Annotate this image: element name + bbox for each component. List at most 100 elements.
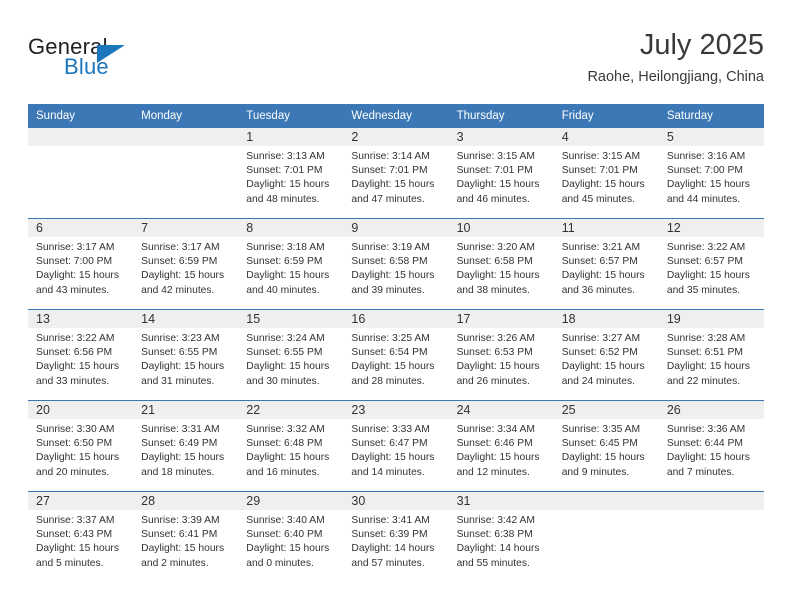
day-number: 10: [448, 219, 554, 237]
daylight-text-line2: and 36 minutes.: [561, 284, 635, 296]
day-cell[interactable]: 25 Sunrise: 3:35 AM Sunset: 6:45 PM Dayligh…: [553, 400, 659, 492]
week-row: 1 Sunrise: 3:13 AM Sunset: 7:01 PM Daylight…: [28, 128, 764, 219]
day-cell[interactable]: 28 Sunrise: 3:39 AM Sunset: 6:41 PM Dayligh…: [133, 491, 239, 582]
day-number: 7: [133, 219, 239, 237]
sunset-text: Sunset: 6:55 PM: [141, 347, 218, 359]
day-cell[interactable]: 24 Sunrise: 3:34 AM Sunset: 6:46 PM Dayligh…: [448, 400, 554, 492]
daylight-text-line2: and 20 minutes.: [36, 466, 110, 478]
weekday-header-tuesday: Tuesday: [238, 104, 344, 128]
sunset-text: Sunset: 6:54 PM: [351, 347, 428, 359]
location-subtitle: Raohe, Heilongjiang, China: [587, 69, 764, 85]
day-cell[interactable]: 23 Sunrise: 3:33 AM Sunset: 6:47 PM Dayligh…: [343, 400, 449, 492]
day-cell[interactable]: 29 Sunrise: 3:40 AM Sunset: 6:40 PM Dayligh…: [238, 491, 344, 582]
daylight-text-line1: Daylight: 15 hours: [666, 452, 750, 464]
daylight-text-line1: Daylight: 15 hours: [666, 270, 750, 282]
day-number: 6: [28, 219, 134, 237]
sunrise-text: Sunrise: 3:27 AM: [561, 333, 641, 344]
sunset-text: Sunset: 7:01 PM: [561, 165, 638, 177]
daylight-text-line1: Daylight: 15 hours: [456, 179, 540, 191]
day-cell[interactable]: 27 Sunrise: 3:37 AM Sunset: 6:43 PM Dayligh…: [28, 491, 134, 582]
day-cell[interactable]: 1 Sunrise: 3:13 AM Sunset: 7:01 PM Daylight…: [238, 128, 344, 219]
sunrise-text: Sunrise: 3:30 AM: [36, 424, 115, 435]
day-number: 12: [658, 219, 764, 237]
sunset-text: Sunset: 6:56 PM: [36, 347, 113, 359]
day-number: 26: [658, 401, 764, 419]
daylight-text-line2: and 16 minutes.: [246, 466, 320, 478]
day-number: [658, 492, 764, 510]
sunrise-text: Sunrise: 3:17 AM: [141, 242, 220, 253]
sunset-text: Sunset: 6:51 PM: [666, 347, 743, 359]
sunset-text: Sunset: 6:43 PM: [36, 529, 113, 541]
sunrise-text: Sunrise: 3:41 AM: [351, 515, 430, 526]
day-cell[interactable]: 9 Sunrise: 3:19 AM Sunset: 6:58 PM Daylight…: [343, 218, 449, 310]
daylight-text-line2: and 14 minutes.: [351, 466, 425, 478]
daylight-text-line1: Daylight: 15 hours: [666, 179, 750, 191]
weekday-header-saturday: Saturday: [658, 104, 764, 128]
daylight-text-line1: Daylight: 15 hours: [561, 179, 645, 191]
sunrise-text: Sunrise: 3:14 AM: [351, 151, 430, 162]
daylight-text-line2: and 30 minutes.: [246, 375, 320, 387]
day-cell[interactable]: 21 Sunrise: 3:31 AM Sunset: 6:49 PM Dayligh…: [133, 400, 239, 492]
daylight-text-line1: Daylight: 15 hours: [351, 452, 435, 464]
day-cell[interactable]: 13 Sunrise: 3:22 AM Sunset: 6:56 PM Dayligh…: [28, 309, 134, 401]
day-number: 15: [238, 310, 344, 328]
day-cell[interactable]: 15 Sunrise: 3:24 AM Sunset: 6:55 PM Dayligh…: [238, 309, 344, 401]
weekday-header-wednesday: Wednesday: [343, 104, 449, 128]
sunrise-text: Sunrise: 3:31 AM: [141, 424, 220, 435]
day-cell[interactable]: 6 Sunrise: 3:17 AM Sunset: 7:00 PM Daylight…: [28, 218, 134, 310]
day-cell[interactable]: 14 Sunrise: 3:23 AM Sunset: 6:55 PM Dayligh…: [133, 309, 239, 401]
sunrise-text: Sunrise: 3:13 AM: [246, 151, 325, 162]
daylight-text-line1: Daylight: 15 hours: [456, 361, 540, 373]
day-cell[interactable]: 31 Sunrise: 3:42 AM Sunset: 6:38 PM Dayligh…: [448, 491, 554, 582]
day-cell[interactable]: [28, 128, 134, 219]
weekday-header-sunday: Sunday: [28, 104, 134, 128]
day-cell[interactable]: [553, 491, 659, 582]
day-number: 31: [448, 492, 554, 510]
day-number: 23: [343, 401, 449, 419]
day-cell[interactable]: 2 Sunrise: 3:14 AM Sunset: 7:01 PM Daylight…: [343, 128, 449, 219]
day-cell[interactable]: 5 Sunrise: 3:16 AM Sunset: 7:00 PM Daylight…: [658, 128, 764, 219]
sunset-text: Sunset: 6:59 PM: [246, 256, 323, 268]
sunrise-text: Sunrise: 3:36 AM: [666, 424, 746, 435]
brand-logo[interactable]: General Blue: [28, 34, 248, 92]
day-number: [133, 128, 239, 146]
daylight-text-line2: and 26 minutes.: [456, 375, 530, 387]
sunrise-text: Sunrise: 3:35 AM: [561, 424, 641, 435]
daylight-text-line1: Daylight: 15 hours: [456, 452, 540, 464]
day-cell[interactable]: 22 Sunrise: 3:32 AM Sunset: 6:48 PM Dayligh…: [238, 400, 344, 492]
day-cell[interactable]: 26 Sunrise: 3:36 AM Sunset: 6:44 PM Dayligh…: [658, 400, 764, 492]
weekday-header-friday: Friday: [553, 104, 659, 128]
day-cell[interactable]: 7 Sunrise: 3:17 AM Sunset: 6:59 PM Daylight…: [133, 218, 239, 310]
daylight-text-line1: Daylight: 15 hours: [141, 270, 225, 282]
day-cell[interactable]: [133, 128, 239, 219]
day-cell[interactable]: 8 Sunrise: 3:18 AM Sunset: 6:59 PM Daylight…: [238, 218, 344, 310]
sunset-text: Sunset: 6:48 PM: [246, 438, 323, 450]
day-number: [553, 492, 659, 510]
daylight-text-line1: Daylight: 15 hours: [141, 452, 225, 464]
daylight-text-line1: Daylight: 15 hours: [351, 361, 435, 373]
day-cell[interactable]: 16 Sunrise: 3:25 AM Sunset: 6:54 PM Dayligh…: [343, 309, 449, 401]
day-cell[interactable]: 4 Sunrise: 3:15 AM Sunset: 7:01 PM Daylight…: [553, 128, 659, 219]
daylight-text-line2: and 18 minutes.: [141, 466, 215, 478]
sunrise-text: Sunrise: 3:19 AM: [351, 242, 430, 253]
calendar-body: 1 Sunrise: 3:13 AM Sunset: 7:01 PM Daylight…: [28, 128, 764, 582]
day-cell[interactable]: [658, 491, 764, 582]
daylight-text-line2: and 47 minutes.: [351, 193, 425, 205]
day-cell[interactable]: 11 Sunrise: 3:21 AM Sunset: 6:57 PM Dayligh…: [553, 218, 659, 310]
day-cell[interactable]: 19 Sunrise: 3:28 AM Sunset: 6:51 PM Dayligh…: [658, 309, 764, 401]
day-cell[interactable]: 12 Sunrise: 3:22 AM Sunset: 6:57 PM Dayligh…: [658, 218, 764, 310]
day-cell[interactable]: 18 Sunrise: 3:27 AM Sunset: 6:52 PM Dayligh…: [553, 309, 659, 401]
sunset-text: Sunset: 6:58 PM: [351, 256, 428, 268]
daylight-text-line2: and 35 minutes.: [666, 284, 741, 296]
day-number: 4: [553, 128, 659, 146]
day-cell[interactable]: 3 Sunrise: 3:15 AM Sunset: 7:01 PM Daylight…: [448, 128, 554, 219]
day-number: 3: [448, 128, 554, 146]
day-cell[interactable]: 10 Sunrise: 3:20 AM Sunset: 6:58 PM Dayligh…: [448, 218, 554, 310]
day-cell[interactable]: 20 Sunrise: 3:30 AM Sunset: 6:50 PM Dayligh…: [28, 400, 134, 492]
sunset-text: Sunset: 7:00 PM: [36, 256, 113, 268]
day-number: 13: [28, 310, 134, 328]
daylight-text-line2: and 9 minutes.: [561, 466, 630, 478]
day-cell[interactable]: 17 Sunrise: 3:26 AM Sunset: 6:53 PM Dayligh…: [448, 309, 554, 401]
sunset-text: Sunset: 6:39 PM: [351, 529, 428, 541]
day-cell[interactable]: 30 Sunrise: 3:41 AM Sunset: 6:39 PM Dayligh…: [343, 491, 449, 582]
